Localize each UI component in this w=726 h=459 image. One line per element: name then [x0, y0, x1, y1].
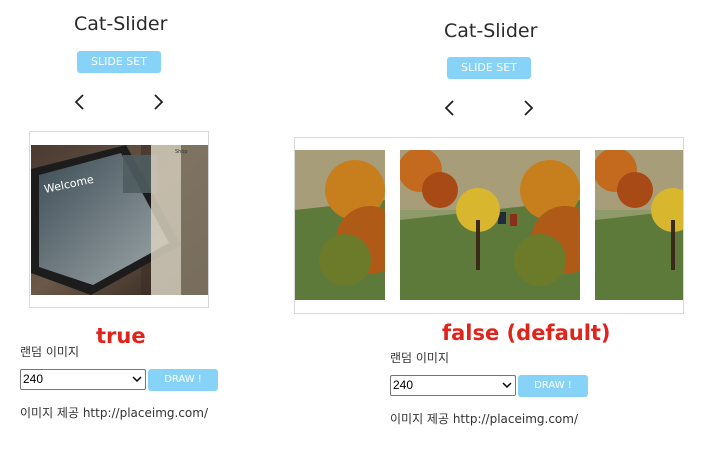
slide-set-button[interactable]: SLIDE SET	[77, 51, 161, 73]
slide-set-button[interactable]: SLIDE SET	[447, 57, 531, 79]
mode-label-false: false (default)	[442, 321, 611, 345]
slide-image-current	[400, 150, 580, 300]
draw-button[interactable]: DRAW !	[148, 369, 218, 391]
next-arrow-icon[interactable]	[520, 97, 536, 119]
image-credit: 이미지 제공 http://placeimg.com/	[390, 412, 579, 426]
size-select-value: 240	[23, 372, 44, 386]
size-select[interactable]: 240	[390, 375, 516, 396]
prev-arrow-icon[interactable]	[72, 91, 88, 113]
mode-label-true: true	[96, 324, 146, 348]
random-image-label: 랜덤 이미지	[20, 345, 80, 359]
page-title: Cat-Slider	[444, 20, 538, 42]
slider-frame	[294, 137, 684, 314]
prev-arrow-icon[interactable]	[442, 97, 458, 119]
slide-image-next	[595, 150, 683, 300]
image-credit: 이미지 제공 http://placeimg.com/	[20, 406, 209, 420]
random-image-label: 랜덤 이미지	[390, 351, 450, 365]
page-title: Cat-Slider	[74, 13, 168, 35]
chevron-down-icon	[132, 376, 142, 383]
slide-image-prev	[295, 150, 385, 300]
chevron-down-icon	[502, 382, 512, 389]
size-select-value: 240	[393, 378, 414, 392]
next-arrow-icon[interactable]	[150, 91, 166, 113]
slider-frame: Welcome Shop	[29, 131, 209, 308]
slide-image: Welcome Shop	[31, 145, 208, 295]
draw-button[interactable]: DRAW !	[518, 375, 588, 397]
size-select[interactable]: 240	[20, 369, 146, 390]
image-corner-text: Shop	[175, 149, 188, 155]
